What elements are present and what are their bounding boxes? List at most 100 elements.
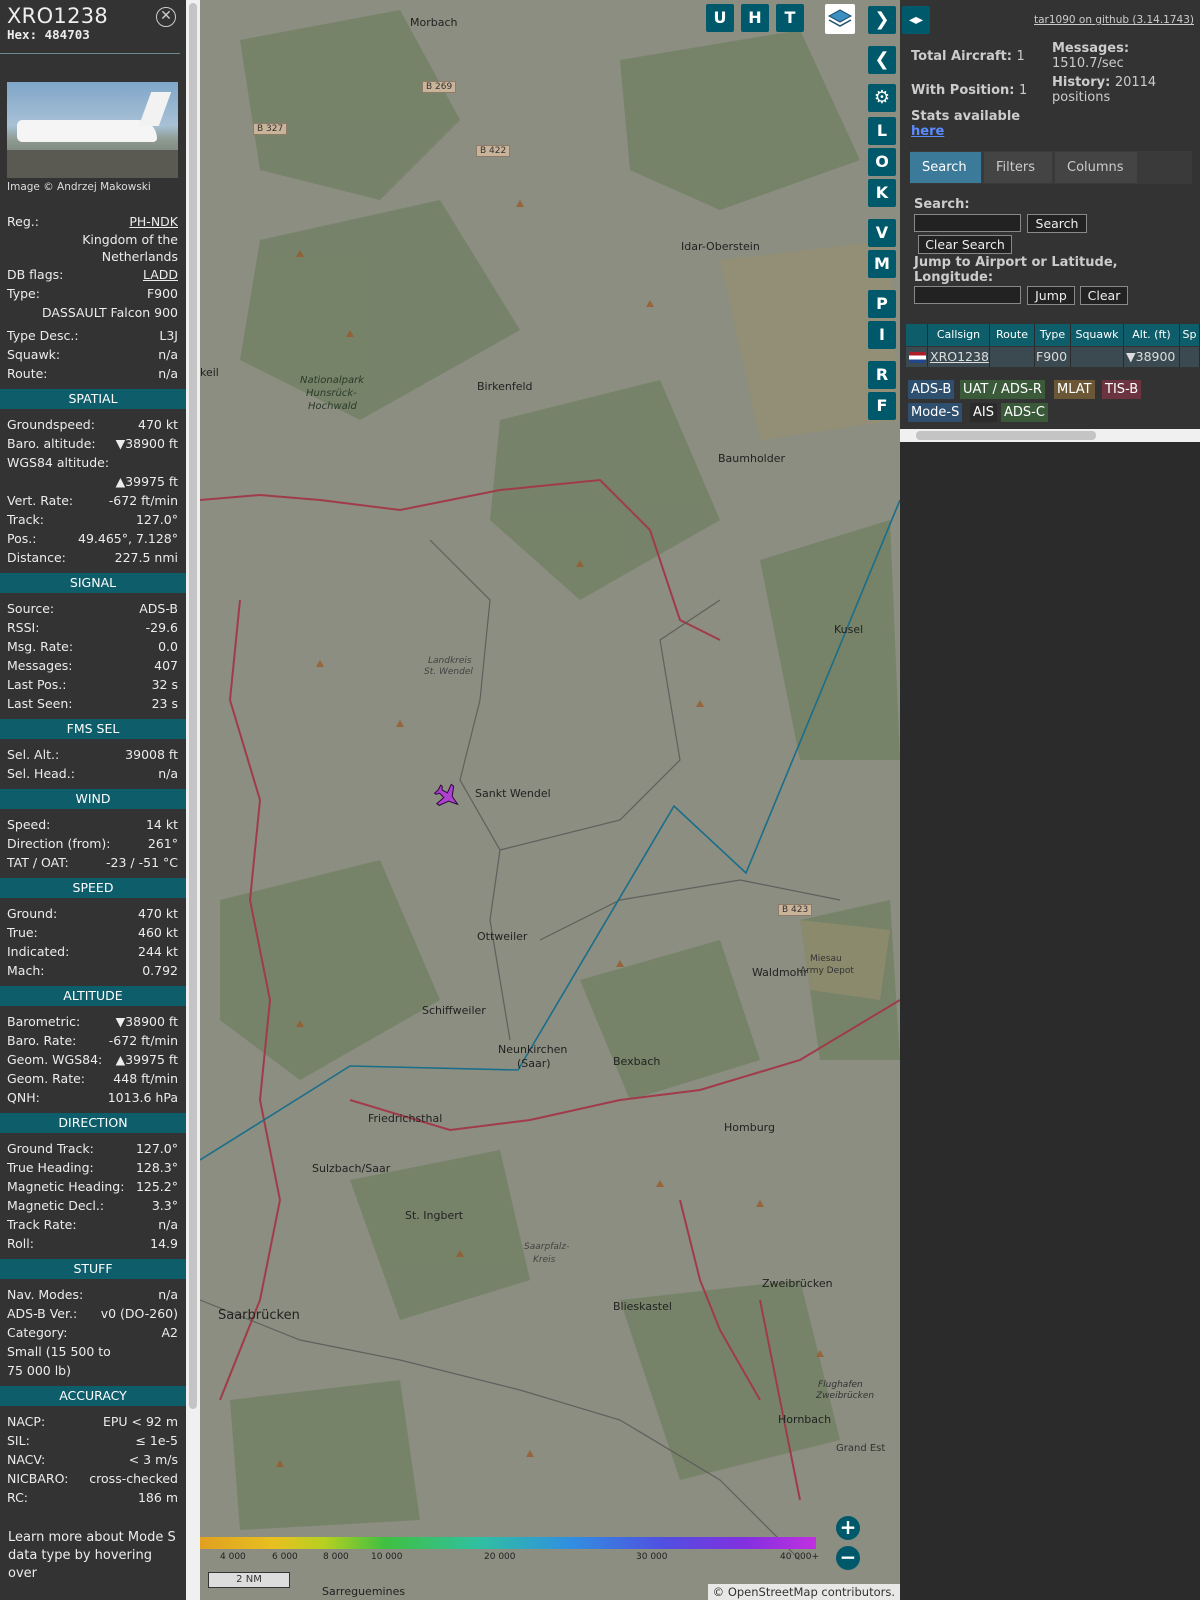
info-row: Sel. Alt.: 39008 ft bbox=[7, 747, 178, 762]
place-st-ingbert: St. Ingbert bbox=[405, 1209, 464, 1222]
osm-link[interactable]: OpenStreetMap bbox=[728, 1585, 818, 1599]
info-sections: SPATIAL Groundspeed: 470 kt Baro. altitude:… bbox=[0, 389, 186, 1507]
button-u[interactable]: U bbox=[706, 4, 734, 32]
ladd-flag[interactable]: LADD bbox=[143, 265, 178, 284]
search-button[interactable]: Search bbox=[1027, 214, 1087, 233]
label-st-wendel: St. Wendel bbox=[424, 667, 473, 677]
section-altitude: ALTITUDE bbox=[0, 986, 186, 1006]
chevron-left-icon[interactable]: ❮ bbox=[868, 46, 896, 74]
tab-search[interactable]: Search bbox=[910, 152, 981, 183]
place-sarreguemines: Sarreguemines bbox=[322, 1585, 406, 1598]
info-row: Ground Track: 127.0° bbox=[7, 1141, 178, 1156]
row-type: F900 bbox=[1035, 347, 1071, 367]
history-stat: History: 20114 positions bbox=[1052, 75, 1157, 105]
clear-search-button[interactable]: Clear Search bbox=[918, 235, 1012, 254]
table-row[interactable]: XRO1238 F900 ▼38900 bbox=[906, 347, 1200, 367]
total-aircraft: Total Aircraft: 1 bbox=[911, 49, 1025, 64]
reg-link[interactable]: PH-NDK bbox=[129, 212, 178, 231]
aircraft-photo[interactable] bbox=[7, 82, 178, 178]
gear-icon[interactable]: ⚙ bbox=[868, 84, 896, 112]
zoom-out-icon[interactable]: − bbox=[836, 1546, 860, 1570]
button-o[interactable]: O bbox=[868, 148, 896, 176]
tab-filters[interactable]: Filters bbox=[984, 152, 1052, 183]
github-link[interactable]: tar1090 on github (3.14.1743) bbox=[1034, 14, 1194, 26]
label-miesau: Miesau bbox=[810, 954, 842, 964]
place-homburg: Homburg bbox=[724, 1121, 775, 1134]
road-b423: B 423 bbox=[778, 904, 813, 916]
info-row: Distance: 227.5 nmi bbox=[7, 550, 178, 565]
road-b327: B 327 bbox=[253, 123, 288, 135]
close-icon[interactable]: ✕ bbox=[156, 7, 176, 27]
legend-mode-s[interactable]: Mode-S bbox=[908, 403, 963, 422]
button-m[interactable]: M bbox=[868, 250, 896, 278]
button-i[interactable]: I bbox=[868, 321, 896, 349]
legend-uat-ads-r[interactable]: UAT / ADS-R bbox=[960, 380, 1045, 399]
squawk-row: Squawk: n/a bbox=[7, 347, 178, 362]
clear-button[interactable]: Clear bbox=[1080, 286, 1128, 305]
place-hornbach: Hornbach bbox=[778, 1413, 832, 1426]
col-type[interactable]: Type bbox=[1035, 324, 1071, 346]
button-r[interactable]: R bbox=[868, 361, 896, 389]
button-f[interactable]: F bbox=[868, 392, 896, 420]
section-spatial: SPATIAL bbox=[0, 389, 186, 409]
place-baumholder: Baumholder bbox=[718, 452, 786, 465]
scale-6000: 6 000 bbox=[272, 1552, 298, 1562]
info-scrollbar[interactable] bbox=[186, 0, 200, 1600]
messages-stat: Messages: 1510.7/sec bbox=[1052, 41, 1130, 71]
section-wind: WIND bbox=[0, 789, 186, 809]
search-input[interactable] bbox=[914, 214, 1021, 232]
aircraft-details: Reg.: PH-NDK Kingdom of the Netherlands D… bbox=[0, 212, 186, 1583]
info-row: True: 460 kt bbox=[7, 925, 178, 940]
col-squawk[interactable]: Squawk bbox=[1071, 324, 1124, 346]
scale-20000: 20 000 bbox=[484, 1552, 516, 1562]
info-row: RSSI: -29.6 bbox=[7, 620, 178, 635]
button-t[interactable]: T bbox=[776, 4, 804, 32]
map[interactable]: Morbach Idar-Oberstein Birkenfeld Baumho… bbox=[200, 0, 900, 1600]
col-speed[interactable]: Sp bbox=[1180, 324, 1200, 346]
button-h[interactable]: H bbox=[741, 4, 769, 32]
stats-available: Stats available here bbox=[911, 109, 1021, 139]
place-schiffweiler: Schiffweiler bbox=[422, 1004, 486, 1017]
reg-row: Reg.: PH-NDK bbox=[7, 212, 178, 231]
table-header: Callsign Route Type Squawk Alt. (ft) Sp bbox=[906, 324, 1200, 346]
button-l[interactable]: L bbox=[868, 117, 896, 145]
zoom-in-icon[interactable]: + bbox=[836, 1516, 860, 1540]
road-b422: B 422 bbox=[476, 145, 511, 157]
legend-tis-b[interactable]: TIS-B bbox=[1102, 380, 1142, 399]
legend-ads-c[interactable]: ADS-C bbox=[1001, 403, 1048, 422]
chevron-right-icon[interactable]: ❯ bbox=[868, 6, 896, 34]
legend-ais[interactable]: AIS bbox=[970, 403, 997, 422]
table-scrollbar[interactable] bbox=[900, 429, 1200, 442]
info-row: Source: ADS-B bbox=[7, 601, 178, 616]
button-k[interactable]: K bbox=[868, 179, 896, 207]
tab-columns[interactable]: Columns bbox=[1055, 152, 1137, 183]
label-flughafen: Flughafen bbox=[818, 1380, 863, 1390]
row-callsign[interactable]: XRO1238 bbox=[928, 347, 990, 367]
col-callsign[interactable]: Callsign bbox=[928, 324, 990, 346]
place-kusel: Kusel bbox=[834, 623, 864, 636]
info-row: Baro. Rate: -672 ft/min bbox=[7, 1033, 178, 1048]
info-row: Last Pos.: 32 s bbox=[7, 677, 178, 692]
info-row: Category: A2 bbox=[7, 1325, 178, 1340]
col-altitude[interactable]: Alt. (ft) bbox=[1124, 324, 1180, 346]
legend-ads-b[interactable]: ADS-B bbox=[908, 380, 955, 399]
button-v[interactable]: V bbox=[868, 219, 896, 247]
search-label: Search: bbox=[914, 197, 970, 212]
layers-icon[interactable] bbox=[825, 4, 855, 34]
button-p[interactable]: P bbox=[868, 290, 896, 318]
scale-30000: 30 000 bbox=[636, 1552, 668, 1562]
legend-mlat[interactable]: MLAT bbox=[1054, 380, 1095, 399]
stats-here-link[interactable]: here bbox=[911, 124, 1020, 139]
learn-more-text: Learn more about Mode S data type by hov… bbox=[8, 1530, 176, 1581]
info-row: RC: 186 m bbox=[7, 1490, 178, 1505]
section-fms-sel: FMS SEL bbox=[0, 719, 186, 739]
info-row: Magnetic Heading: 125.2° bbox=[7, 1179, 178, 1194]
selected-callsign: XRO1238 bbox=[7, 4, 109, 28]
expand-collapse-icon[interactable]: ◂▸ bbox=[902, 6, 930, 34]
jump-input[interactable] bbox=[914, 286, 1021, 304]
place-keil: keil bbox=[200, 366, 219, 379]
jump-button[interactable]: Jump bbox=[1027, 286, 1075, 305]
info-row: NICBARO: cross-checked bbox=[7, 1471, 178, 1486]
place-morbach: Morbach bbox=[410, 16, 458, 29]
col-route[interactable]: Route bbox=[990, 324, 1035, 346]
